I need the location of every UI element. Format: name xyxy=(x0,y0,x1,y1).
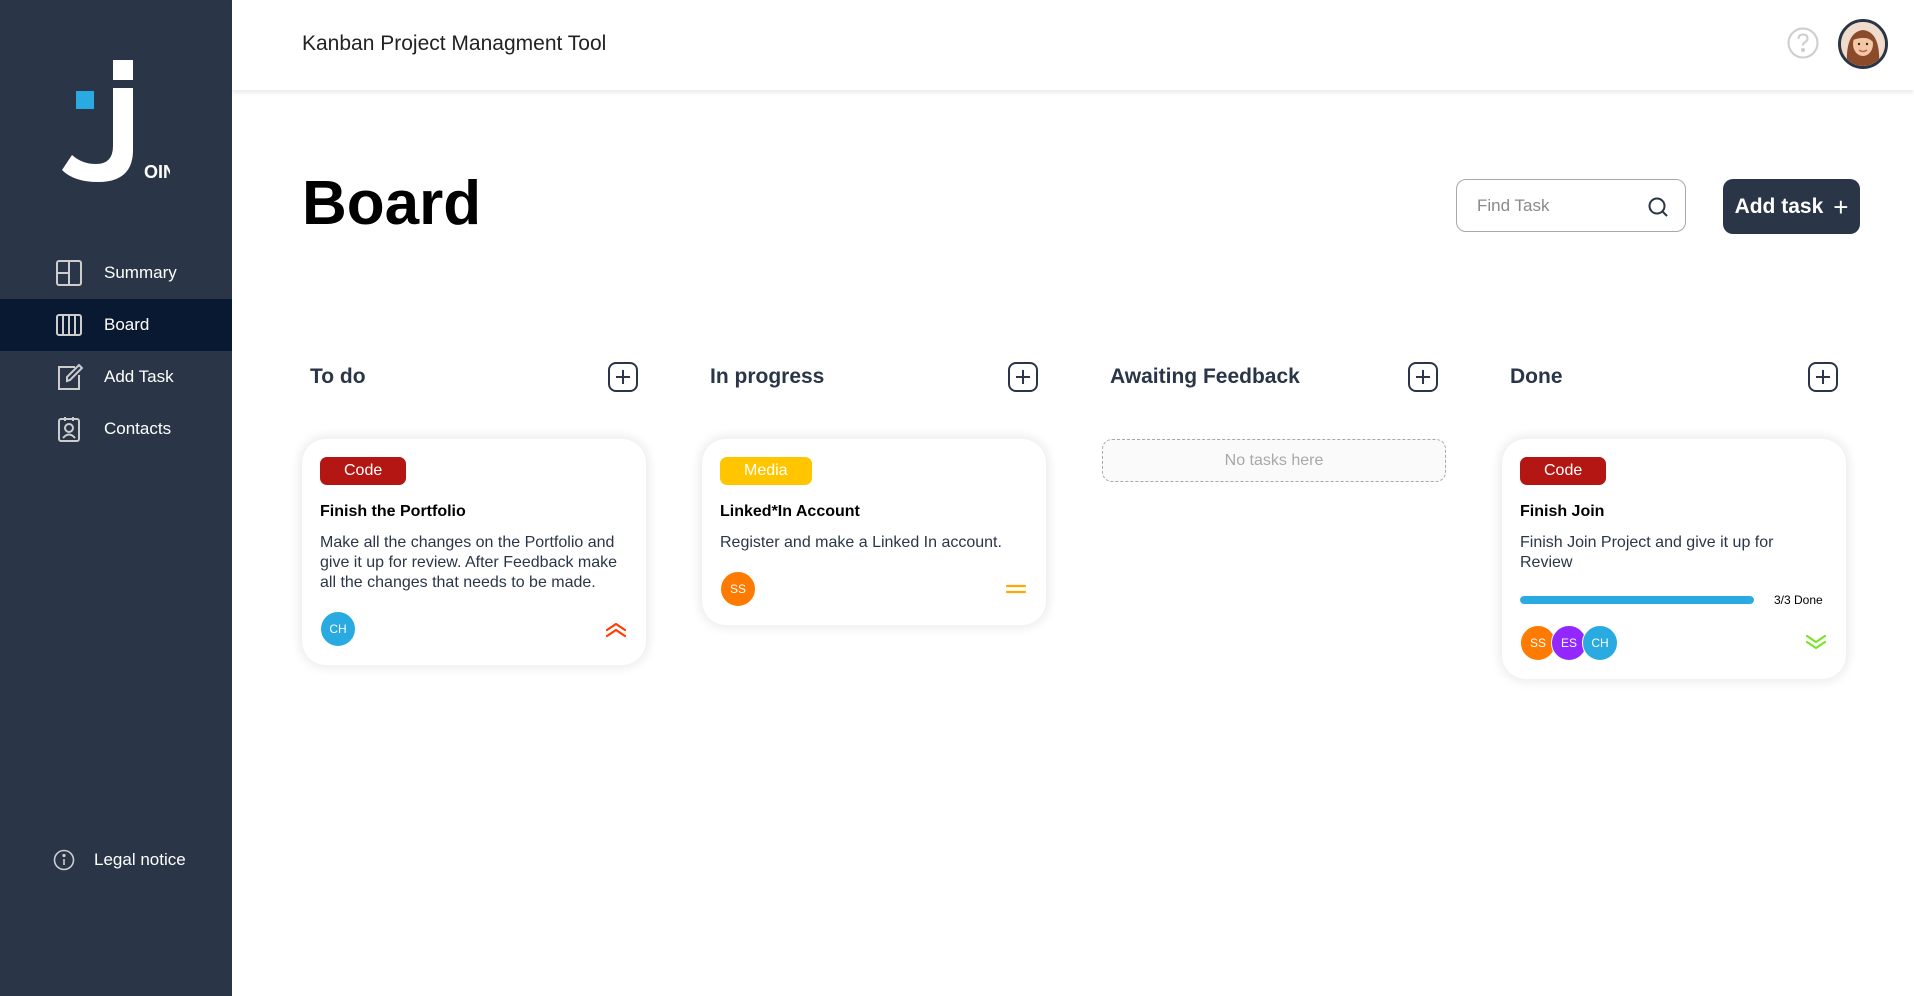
search-icon[interactable] xyxy=(1647,196,1669,218)
assignee-badge: SS xyxy=(720,571,756,607)
column-body: Code Finish the Portfolio Make all the c… xyxy=(302,439,646,665)
assignee-list: CH xyxy=(320,611,356,647)
column-in-progress: In progress Media Linked*In Account Regi… xyxy=(702,360,1046,625)
task-footer: SS ES CH xyxy=(1520,625,1828,661)
logo-icon: OIN xyxy=(62,60,176,182)
column-body: Media Linked*In Account Register and mak… xyxy=(702,439,1046,625)
task-footer: SS xyxy=(720,571,1028,607)
progress-label: 3/3 Done xyxy=(1774,593,1823,607)
plus-icon xyxy=(616,370,630,384)
task-title: Finish the Portfolio xyxy=(320,503,466,520)
join-logo[interactable]: OIN xyxy=(60,58,176,188)
assignee-list: SS ES CH xyxy=(1520,625,1618,661)
column-header: Done xyxy=(1502,360,1846,394)
user-avatar[interactable] xyxy=(1838,19,1888,69)
plus-icon xyxy=(1416,370,1430,384)
sidebar-item-summary[interactable]: Summary xyxy=(0,247,232,299)
sidebar-item-label: Contacts xyxy=(104,419,172,438)
column-title: Awaiting Feedback xyxy=(1110,365,1300,388)
column-header: In progress xyxy=(702,360,1046,394)
column-done: Done Code Finish Join Finish Join Projec… xyxy=(1502,360,1846,679)
column-title: To do xyxy=(310,365,366,388)
add-to-column-button[interactable] xyxy=(1408,362,1438,392)
task-description: Register and make a Linked In account. xyxy=(720,534,1002,551)
sidebar-item-contacts[interactable]: Contacts xyxy=(0,403,232,455)
app-title: Kanban Project Managment Tool xyxy=(302,32,607,55)
logo-text: OIN xyxy=(144,162,170,182)
sidebar-nav: Summary Board Add Task Contacts xyxy=(0,247,232,455)
add-to-column-button[interactable] xyxy=(608,362,638,392)
priority-urgent-icon xyxy=(604,619,628,639)
column-body: No tasks here xyxy=(1102,439,1446,482)
plus-icon xyxy=(1816,370,1830,384)
task-description: Make all the changes on the Portfolio an… xyxy=(320,534,618,591)
column-header: Awaiting Feedback xyxy=(1102,360,1446,394)
category-badge: Media xyxy=(720,457,812,485)
task-title: Finish Join xyxy=(1520,503,1605,520)
sidebar: OIN Summary Board Add Task Contacts Lega… xyxy=(0,0,232,996)
task-title: Linked*In Account xyxy=(720,503,860,520)
column-body: Code Finish Join Finish Join Project and… xyxy=(1502,439,1846,679)
priority-low-icon xyxy=(1804,633,1828,653)
task-card[interactable]: Code Finish the Portfolio Make all the c… xyxy=(302,439,646,665)
category-badge: Code xyxy=(1520,457,1607,485)
summary-icon xyxy=(54,258,84,288)
column-awaiting-feedback: Awaiting Feedback No tasks here xyxy=(1102,360,1446,482)
info-icon xyxy=(52,848,76,872)
sidebar-item-label: Add Task xyxy=(104,367,174,386)
plus-icon xyxy=(1016,370,1030,384)
legal-notice-label: Legal notice xyxy=(94,850,186,869)
task-card[interactable]: Code Finish Join Finish Join Project and… xyxy=(1502,439,1846,679)
assignee-badge: CH xyxy=(320,611,356,647)
task-footer: CH xyxy=(320,611,628,647)
assignee-badge: CH xyxy=(1582,625,1618,661)
column-title: In progress xyxy=(710,365,825,388)
help-icon[interactable] xyxy=(1786,26,1820,60)
progress-fill xyxy=(1520,596,1754,604)
column-todo: To do Code Finish the Portfolio Make all… xyxy=(302,360,646,665)
user-photo-icon xyxy=(1841,22,1885,66)
empty-column-placeholder: No tasks here xyxy=(1102,439,1446,482)
search-input[interactable] xyxy=(1477,195,1637,216)
find-task-search[interactable] xyxy=(1456,179,1686,232)
priority-medium-icon xyxy=(1004,579,1028,599)
add-task-button-label: Add task xyxy=(1734,194,1824,218)
page-title: Board xyxy=(302,169,482,238)
subtask-progress: 3/3 Done xyxy=(1520,593,1828,607)
top-header: Kanban Project Managment Tool xyxy=(232,0,1914,90)
sidebar-item-label: Summary xyxy=(104,263,177,282)
column-header: To do xyxy=(302,360,646,394)
progress-bar xyxy=(1520,596,1754,604)
add-to-column-button[interactable] xyxy=(1008,362,1038,392)
plus-icon: + xyxy=(1833,191,1849,222)
add-task-icon xyxy=(54,362,84,392)
add-to-column-button[interactable] xyxy=(1808,362,1838,392)
sidebar-item-add-task[interactable]: Add Task xyxy=(0,351,232,403)
assignee-list: SS xyxy=(720,571,756,607)
task-description: Finish Join Project and give it up for R… xyxy=(1520,534,1774,571)
sidebar-item-label: Board xyxy=(104,315,150,334)
sidebar-item-board[interactable]: Board xyxy=(0,299,232,351)
legal-notice-link[interactable]: Legal notice xyxy=(52,848,186,872)
contacts-icon xyxy=(54,414,84,444)
add-task-button[interactable]: Add task + xyxy=(1723,179,1860,234)
column-title: Done xyxy=(1510,365,1563,388)
category-badge: Code xyxy=(320,457,407,485)
board-icon xyxy=(54,310,84,340)
task-card[interactable]: Media Linked*In Account Register and mak… xyxy=(702,439,1046,625)
